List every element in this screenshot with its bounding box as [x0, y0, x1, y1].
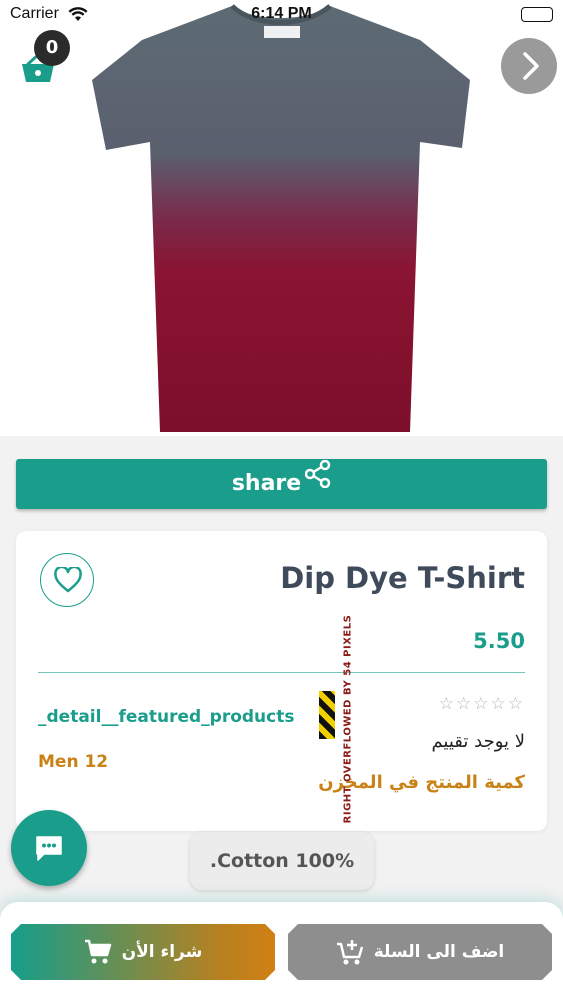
chevron-right-icon	[523, 52, 539, 80]
buy-now-button[interactable]: شراء الأن	[11, 924, 275, 980]
overflow-warning: RIGHT OVERFLOWED BY 54 PIXELS	[342, 614, 354, 823]
add-cart-icon	[336, 940, 363, 965]
favorite-button[interactable]	[40, 553, 94, 607]
divider	[38, 672, 525, 673]
clock: 6:14 PM	[251, 5, 312, 22]
add-to-cart-button[interactable]: اضف الى السلة	[288, 924, 552, 980]
product-title: Dip Dye T-Shirt	[280, 561, 525, 595]
bottom-action-bar: شراء الأن اضف الى السلة	[0, 902, 563, 1000]
product-image	[0, 0, 563, 436]
cart-button[interactable]: 0	[20, 30, 76, 86]
battery-icon	[521, 7, 553, 22]
chat-button[interactable]	[11, 810, 87, 886]
rating-stars: ☆☆☆☆☆	[438, 694, 525, 714]
no-rating-text: لا يوجد تقييم	[431, 731, 525, 752]
chat-bubble-icon	[36, 836, 62, 861]
share-icon	[304, 457, 331, 507]
next-button[interactable]	[501, 38, 557, 94]
share-label: share	[231, 471, 302, 496]
cart-icon	[84, 939, 111, 964]
add-to-cart-label: اضف الى السلة	[373, 942, 505, 962]
material-chip: .Cotton 100%	[190, 832, 374, 890]
buy-now-label: شراء الأن	[121, 942, 203, 962]
share-button[interactable]: share	[16, 459, 547, 509]
product-category: Men 12	[38, 752, 109, 772]
tshirt-image	[92, 4, 470, 432]
status-bar: Carrier 6:14 PM	[0, 0, 563, 30]
overflow-stripe	[319, 691, 335, 739]
product-price: 5.50	[473, 629, 525, 653]
cart-count-badge: 0	[34, 30, 70, 66]
product-detail-card: Dip Dye T-Shirt 5.50 _detail__featured_p…	[16, 531, 547, 831]
heart-icon	[54, 567, 82, 593]
featured-products-link[interactable]: _detail__featured_products	[38, 707, 295, 727]
